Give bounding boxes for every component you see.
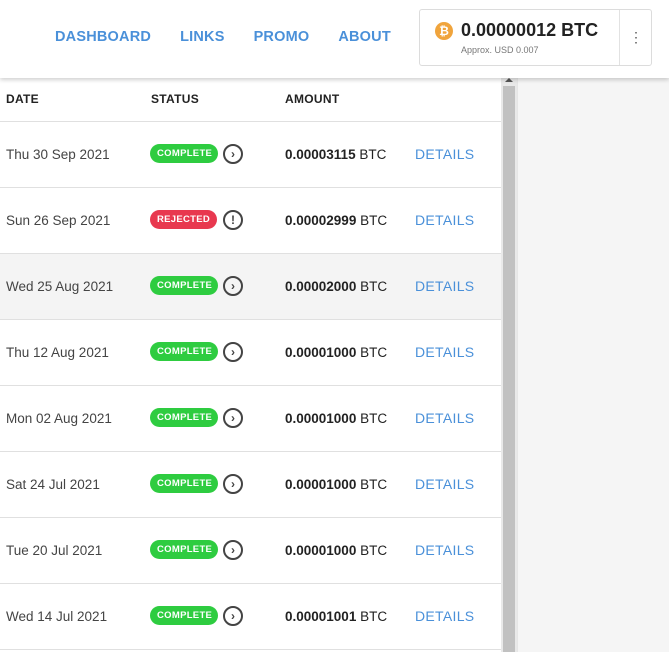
exclamation-circle-icon[interactable]: ! [223, 210, 243, 230]
header-status: STATUS [151, 92, 200, 106]
row-amount: 0.00001001 BTC [285, 609, 388, 624]
chevron-right-circle-icon[interactable]: › [223, 540, 243, 560]
top-bar: DASHBOARD LINKS PROMO ABOUT ₿ 0.00000012… [0, 0, 669, 78]
status-badge: COMPLETE [150, 144, 218, 163]
row-date: Wed 14 Jul 2021 [6, 609, 108, 624]
status-badge: COMPLETE [150, 474, 218, 493]
chevron-right-circle-icon[interactable]: › [223, 408, 243, 428]
details-link[interactable]: DETAILS [415, 476, 474, 492]
row-amount: 0.00001000 BTC [285, 477, 388, 492]
more-options-icon[interactable]: ⋮ [620, 10, 652, 65]
scrollbar-thumb[interactable] [503, 86, 515, 652]
wallet-approx-usd: Approx. USD 0.007 [461, 45, 539, 55]
chevron-right-circle-icon[interactable]: › [223, 474, 243, 494]
row-date: Thu 30 Sep 2021 [6, 147, 110, 162]
table-row: Tue 20 Jul 2021 COMPLETE › 0.00001000 BT… [0, 518, 501, 584]
chevron-right-circle-icon[interactable]: › [223, 144, 243, 164]
details-link[interactable]: DETAILS [415, 278, 474, 294]
bitcoin-icon: ₿ [435, 22, 453, 40]
status-badge: REJECTED [150, 210, 217, 229]
table-row: Thu 30 Sep 2021 COMPLETE › 0.00003115 BT… [0, 122, 501, 188]
row-amount: 0.00002999 BTC [285, 213, 388, 228]
table-row: Mon 02 Aug 2021 COMPLETE › 0.00001000 BT… [0, 386, 501, 452]
status-badge: COMPLETE [150, 342, 218, 361]
row-date: Mon 02 Aug 2021 [6, 411, 112, 426]
chevron-right-circle-icon[interactable]: › [223, 342, 243, 362]
details-link[interactable]: DETAILS [415, 212, 474, 228]
details-link[interactable]: DETAILS [415, 410, 474, 426]
scroll-up-arrow-icon[interactable] [505, 78, 513, 82]
status-badge: COMPLETE [150, 276, 218, 295]
nav-about[interactable]: ABOUT [338, 29, 391, 45]
details-link[interactable]: DETAILS [415, 542, 474, 558]
chevron-right-circle-icon[interactable]: › [223, 606, 243, 626]
details-link[interactable]: DETAILS [415, 344, 474, 360]
row-amount: 0.00001000 BTC [285, 345, 388, 360]
nav-links[interactable]: LINKS [180, 29, 225, 45]
header-amount: AMOUNT [285, 92, 340, 106]
wallet-balance-card[interactable]: ₿ 0.00000012 BTC Approx. USD 0.007 ⋮ [419, 9, 652, 66]
status-badge: COMPLETE [150, 540, 218, 559]
payouts-table: DATE STATUS AMOUNT Thu 30 Sep 2021 COMPL… [0, 78, 501, 652]
table-row: Thu 12 Aug 2021 COMPLETE › 0.00001000 BT… [0, 320, 501, 386]
details-link[interactable]: DETAILS [415, 146, 474, 162]
side-panel [517, 78, 669, 652]
row-date: Sat 24 Jul 2021 [6, 477, 100, 492]
row-amount: 0.00003115 BTC [285, 147, 387, 162]
header-date: DATE [6, 92, 39, 106]
row-date: Wed 25 Aug 2021 [6, 279, 114, 294]
row-date: Tue 20 Jul 2021 [6, 543, 103, 558]
row-amount: 0.00001000 BTC [285, 411, 388, 426]
row-amount: 0.00001000 BTC [285, 543, 388, 558]
row-date: Sun 26 Sep 2021 [6, 213, 111, 228]
chevron-right-circle-icon[interactable]: › [223, 276, 243, 296]
table-row: Wed 25 Aug 2021 COMPLETE › 0.00002000 BT… [0, 254, 501, 320]
status-badge: COMPLETE [150, 408, 218, 427]
vertical-scrollbar[interactable] [501, 78, 517, 652]
table-row: Sun 26 Sep 2021 REJECTED ! 0.00002999 BT… [0, 188, 501, 254]
table-row: Wed 14 Jul 2021 COMPLETE › 0.00001001 BT… [0, 584, 501, 650]
status-badge: COMPLETE [150, 606, 218, 625]
main-nav: DASHBOARD LINKS PROMO ABOUT [55, 29, 420, 45]
wallet-balance: 0.00000012 BTC [461, 20, 599, 40]
table-header: DATE STATUS AMOUNT [0, 78, 501, 122]
details-link[interactable]: DETAILS [415, 608, 474, 624]
row-date: Thu 12 Aug 2021 [6, 345, 109, 360]
nav-promo[interactable]: PROMO [254, 29, 310, 45]
nav-dashboard[interactable]: DASHBOARD [55, 29, 151, 45]
row-amount: 0.00002000 BTC [285, 279, 388, 294]
table-row: Sat 24 Jul 2021 COMPLETE › 0.00001000 BT… [0, 452, 501, 518]
